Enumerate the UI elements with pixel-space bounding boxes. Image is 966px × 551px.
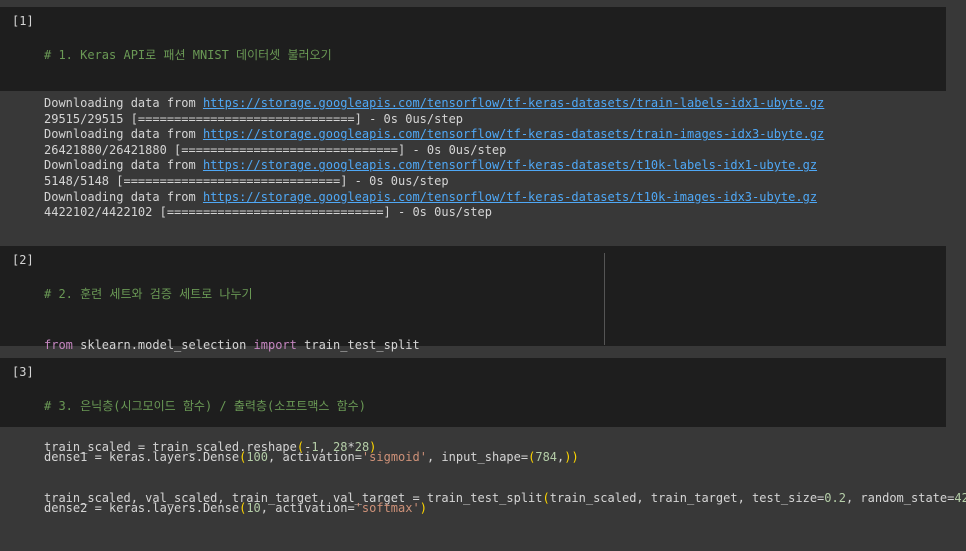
code-line: # 1. Keras API로 패션 MNIST 데이터셋 불러오기	[44, 48, 332, 62]
output-progress-line: 26421880/26421880 [=====================…	[44, 142, 507, 157]
output-text: Downloading data from https://storage.go…	[44, 96, 824, 221]
download-link[interactable]: https://storage.googleapis.com/tensorflo…	[203, 127, 824, 141]
cell-output: Downloading data from https://storage.go…	[0, 91, 966, 243]
download-prefix: Downloading data from	[44, 127, 203, 142]
cell-prompt: [3]	[12, 365, 34, 379]
output-download-line: Downloading data from https://storage.go…	[44, 96, 824, 112]
cell-prompt: [2]	[12, 253, 34, 267]
download-prefix: Downloading data from	[44, 189, 203, 204]
output-progress-line: 4422102/4422102 [=======================…	[44, 205, 492, 220]
download-link[interactable]: https://storage.googleapis.com/tensorflo…	[203, 96, 824, 110]
output-progress-line: 29515/29515 [===========================…	[44, 111, 464, 126]
code-line: # 3. 은닉층(시그모이드 함수) / 출력층(소프트맥스 함수)	[44, 399, 366, 413]
download-prefix: Downloading data from	[44, 96, 203, 110]
code-cell-1[interactable]: [1] # 1. Keras API로 패션 MNIST 데이터셋 불러오기 f…	[0, 7, 946, 215]
code-editor[interactable]: # 3. 은닉층(시그모이드 함수) / 출력층(소프트맥스 함수) dense…	[44, 364, 579, 551]
download-link[interactable]: https://storage.googleapis.com/tensorflo…	[203, 190, 817, 204]
output-download-line: Downloading data from https://storage.go…	[44, 190, 824, 206]
code-line: dense1 = keras.layers.Dense(100, activat…	[44, 450, 579, 464]
code-line: # 2. 훈련 세트와 검증 세트로 나누기	[44, 287, 253, 301]
editor-ruler	[604, 253, 605, 345]
download-link[interactable]: https://storage.googleapis.com/tensorflo…	[203, 158, 817, 172]
output-download-line: Downloading data from https://storage.go…	[44, 127, 824, 143]
download-prefix: Downloading data from	[44, 158, 203, 173]
code-cell-3[interactable]: [3] # 3. 은닉층(시그모이드 함수) / 출력층(소프트맥스 함수) d…	[0, 358, 946, 515]
output-progress-line: 5148/5148 [=============================…	[44, 173, 449, 188]
cell-prompt: [1]	[12, 14, 34, 28]
code-cell-2[interactable]: [2] # 2. 훈련 세트와 검증 세트로 나누기 from sklearn.…	[0, 246, 966, 505]
code-line: from sklearn.model_selection import trai…	[44, 338, 420, 352]
output-download-line: Downloading data from https://storage.go…	[44, 158, 824, 174]
code-line: dense2 = keras.layers.Dense(10, activati…	[44, 501, 427, 515]
